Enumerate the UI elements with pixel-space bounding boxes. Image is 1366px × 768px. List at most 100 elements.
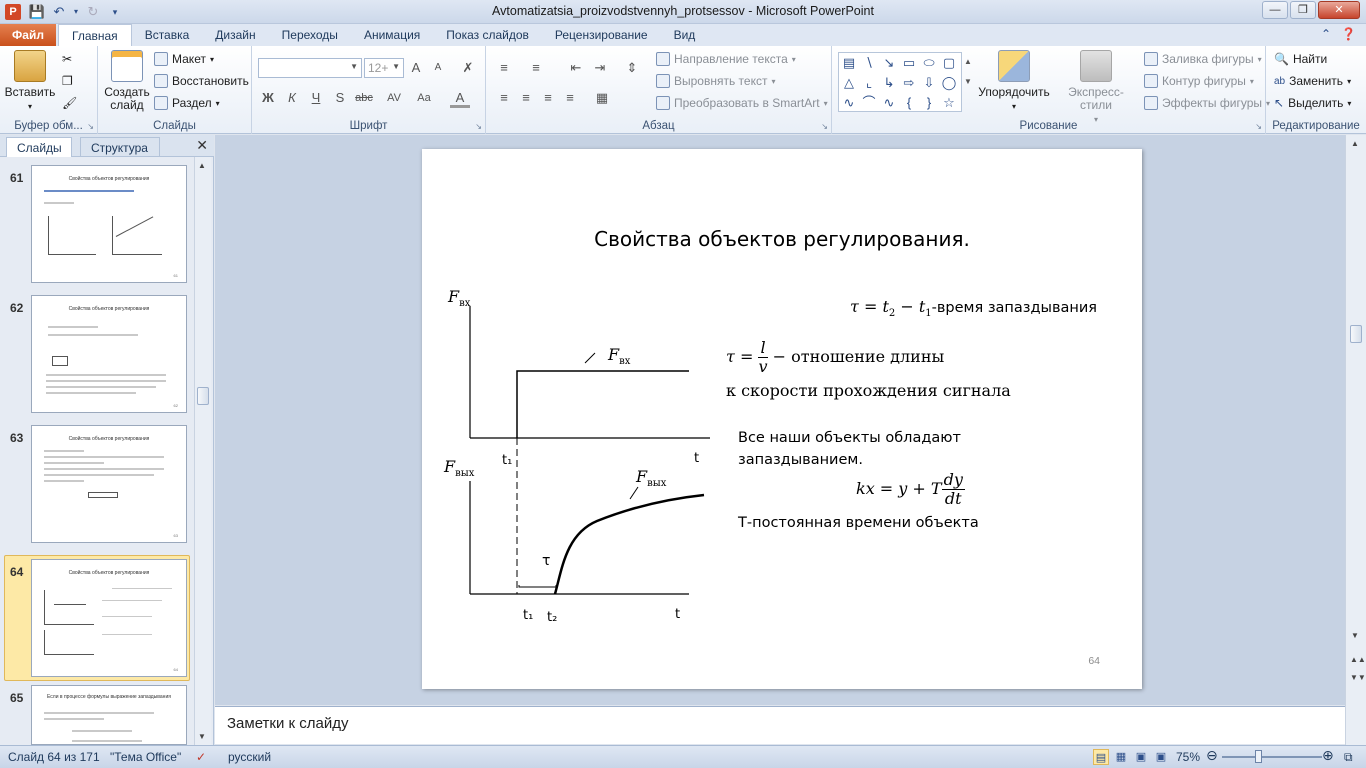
line-spacing-icon[interactable]: ⇕ [622, 58, 642, 78]
elbow-connector-icon[interactable]: ⌞ [859, 73, 879, 93]
grow-font-button[interactable]: A [406, 58, 426, 78]
find-button[interactable]: 🔍 Найти [1274, 52, 1327, 66]
shape-fill-button[interactable]: Заливка фигуры ▾ [1144, 52, 1262, 66]
shape-outline-button[interactable]: Контур фигуры ▾ [1144, 74, 1254, 88]
star-shape-icon[interactable]: ☆ [939, 93, 959, 113]
zoom-slider-track[interactable] [1222, 756, 1322, 758]
curve-shape-icon[interactable]: ∿ [839, 93, 859, 113]
quick-styles-button[interactable]: Экспресс-стили ▾ [1054, 50, 1138, 126]
notes-placeholder[interactable]: Заметки к слайду [227, 715, 349, 732]
triangle-shape-icon[interactable]: △ [839, 73, 859, 93]
shapes-gallery[interactable]: ▤ ∖ ↘ ▭ ⬭ ▢ △ ⌞ ↳ ⇨ ⇩ ◯ ∿ ⌒ ∿ { } ☆ [838, 52, 962, 112]
change-case-button[interactable]: Aa [412, 88, 436, 108]
bold-button[interactable]: Ж [258, 88, 278, 108]
notes-pane[interactable]: Заметки к слайду [215, 706, 1345, 744]
help-icon[interactable]: ❓ [1341, 27, 1356, 41]
normal-view-icon[interactable]: ▤ [1093, 749, 1109, 765]
paragraph-launcher-icon[interactable]: ↘ [821, 122, 828, 131]
scroll-up-icon[interactable]: ▲ [198, 161, 206, 170]
down-arrow-shape-icon[interactable]: ⇩ [919, 73, 939, 93]
clipboard-launcher-icon[interactable]: ↘ [87, 122, 94, 131]
scroll-up-icon[interactable]: ▲ [1351, 139, 1359, 148]
slide-canvas[interactable]: Свойства объектов регулирования. Fвх Fвх… [422, 149, 1142, 689]
elbow-arrow-icon[interactable]: ↳ [879, 73, 899, 93]
slide-scrollbar[interactable]: ▲ ▼ ▲▲ ▼▼ [1345, 135, 1366, 745]
shrink-font-button[interactable]: A [428, 58, 448, 78]
numbering-icon[interactable]: ≡ [526, 58, 546, 78]
tab-review[interactable]: Рецензирование [542, 24, 661, 46]
tab-insert[interactable]: Вставка [132, 24, 203, 46]
gallery-down-icon[interactable]: ▼ [962, 72, 974, 92]
tab-file[interactable]: Файл [0, 24, 56, 46]
rounded-rect-shape-icon[interactable]: ▢ [939, 53, 959, 73]
slide-sorter-icon[interactable]: ▦ [1113, 749, 1129, 765]
theme-name[interactable]: "Тема Office" [110, 750, 181, 764]
section-button[interactable]: Раздел ▾ [154, 96, 220, 110]
zoom-in-icon[interactable]: ⊕ [1322, 747, 1334, 764]
tab-animation[interactable]: Анимация [351, 24, 433, 46]
shape-effects-button[interactable]: Эффекты фигуры ▾ [1144, 96, 1270, 110]
scroll-down-icon[interactable]: ▼ [198, 732, 206, 741]
underline-button[interactable]: Ч [306, 88, 326, 108]
font-color-button[interactable]: A [450, 88, 470, 108]
scroll-thumb[interactable] [197, 387, 209, 405]
arc-shape-icon[interactable]: ⌒ [859, 93, 879, 113]
right-brace-icon[interactable]: } [919, 93, 939, 113]
rectangle-shape-icon[interactable]: ▭ [899, 53, 919, 73]
tab-home[interactable]: Главная [58, 24, 132, 47]
arrow-line-shape-icon[interactable]: ↘ [879, 53, 899, 73]
zoom-level[interactable]: 75% [1176, 750, 1200, 764]
columns-icon[interactable]: ▦ [592, 88, 612, 108]
align-left-icon[interactable]: ≡ [494, 88, 514, 108]
arrange-button[interactable]: Упорядочить ▾ [978, 50, 1050, 113]
copy-icon[interactable]: ❐ [62, 74, 73, 88]
gallery-up-icon[interactable]: ▲ [962, 52, 974, 72]
layout-button[interactable]: Макет ▾ [154, 52, 214, 66]
select-button[interactable]: ↖ Выделить ▾ [1274, 96, 1351, 110]
textbox-shape-icon[interactable]: ▤ [839, 53, 859, 73]
bullets-icon[interactable]: ≡ [494, 58, 514, 78]
text-direction-button[interactable]: Направление текста ▾ [656, 52, 796, 66]
left-brace-icon[interactable]: { [899, 93, 919, 113]
align-center-icon[interactable]: ≡ [516, 88, 536, 108]
font-name-combo[interactable]: ▼ [258, 58, 362, 78]
reading-view-icon[interactable]: ▣ [1133, 749, 1149, 765]
replace-button[interactable]: ab Заменить ▾ [1274, 74, 1351, 88]
zoom-out-icon[interactable]: ⊖ [1206, 747, 1218, 764]
align-right-icon[interactable]: ≡ [538, 88, 558, 108]
cut-icon[interactable]: ✂ [62, 52, 72, 66]
oval-shape-icon[interactable]: ⬭ [919, 53, 939, 73]
paste-button[interactable]: Вставить ▾ [4, 50, 56, 113]
scroll-down-icon[interactable]: ▼ [1351, 631, 1359, 640]
decrease-indent-icon[interactable]: ⇤ [566, 58, 586, 78]
slides-pane-scrollbar[interactable]: ▲ ▼ [194, 157, 211, 745]
clear-formatting-icon[interactable]: ✗ [458, 58, 478, 78]
rounded-shape-icon[interactable]: ◯ [939, 73, 959, 93]
font-launcher-icon[interactable]: ↘ [475, 122, 482, 131]
right-arrow-shape-icon[interactable]: ⇨ [899, 73, 919, 93]
align-text-button[interactable]: Выровнять текст ▾ [656, 74, 776, 88]
language-indicator[interactable]: русский [228, 750, 271, 764]
slideshow-icon[interactable]: ▣ [1153, 749, 1169, 765]
justify-icon[interactable]: ≡ [560, 88, 580, 108]
minimize-icon[interactable]: — [1262, 1, 1288, 19]
next-slide-icon[interactable]: ▼▼ [1350, 673, 1366, 682]
minimize-ribbon-icon[interactable]: ⌃ [1321, 27, 1331, 41]
tab-design[interactable]: Дизайн [202, 24, 268, 46]
shadow-button[interactable]: S [330, 88, 350, 108]
drawing-launcher-icon[interactable]: ↘ [1255, 122, 1262, 131]
tab-slideshow[interactable]: Показ слайдов [433, 24, 542, 46]
tab-view[interactable]: Вид [661, 24, 709, 46]
line-shape-icon[interactable]: ∖ [859, 53, 879, 73]
fit-to-window-icon[interactable]: ⧉ [1344, 750, 1353, 765]
reset-button[interactable]: Восстановить [154, 74, 249, 88]
new-slide-button[interactable]: Создать слайд [102, 50, 152, 112]
tab-transitions[interactable]: Переходы [269, 24, 351, 46]
scroll-thumb[interactable] [1350, 325, 1362, 343]
font-size-combo[interactable]: 12+ ▼ [364, 58, 404, 78]
zoom-slider-handle[interactable] [1255, 750, 1262, 763]
restore-icon[interactable]: ❐ [1290, 1, 1316, 19]
tab-outline[interactable]: Структура [80, 137, 160, 157]
smartart-button[interactable]: Преобразовать в SmartArt ▾ [656, 96, 828, 110]
italic-button[interactable]: К [282, 88, 302, 108]
